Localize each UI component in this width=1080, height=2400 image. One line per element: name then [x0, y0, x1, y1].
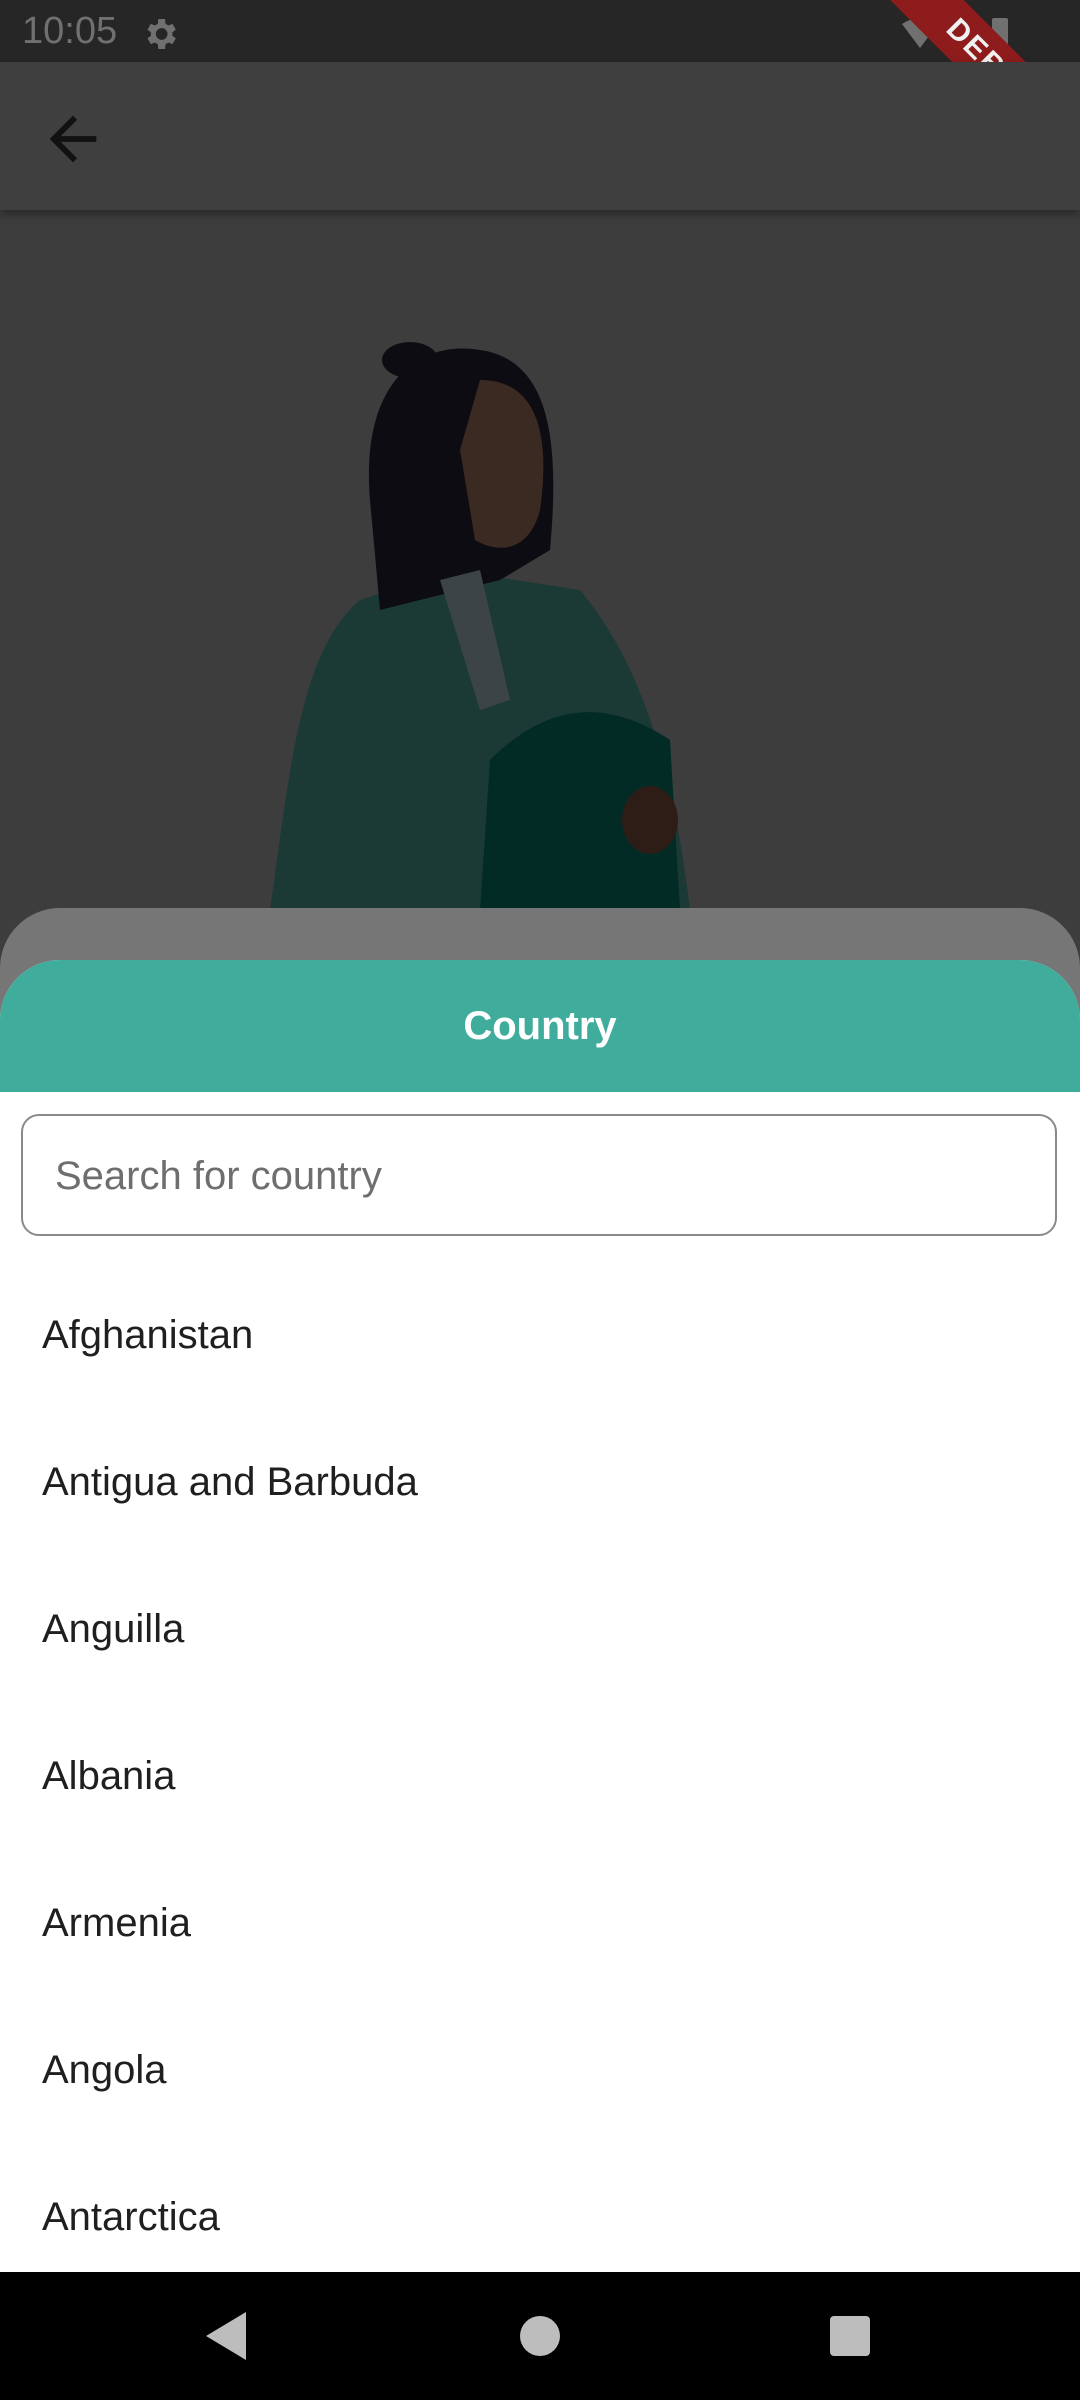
arrow-back-icon[interactable] [38, 104, 108, 174]
country-item[interactable]: Albania [0, 1703, 1080, 1850]
sad-person-illustration [270, 342, 690, 910]
country-item[interactable]: Antigua and Barbuda [0, 1409, 1080, 1556]
app-bar [0, 62, 1080, 210]
gear-icon [147, 19, 176, 49]
country-item[interactable]: Antarctica [0, 2144, 1080, 2272]
country-item[interactable]: Afghanistan [0, 1262, 1080, 1409]
sheet-header: Country [0, 960, 1080, 1092]
country-item[interactable]: Angola [0, 1997, 1080, 2144]
country-item[interactable]: Armenia [0, 1850, 1080, 1997]
system-nav-bar [0, 2272, 1080, 2400]
status-time: 10:05 [22, 10, 118, 52]
country-item[interactable]: Anguilla [0, 1556, 1080, 1703]
search-box[interactable] [21, 1114, 1057, 1236]
country-picker-sheet: Country Afghanistan Antigua and Barbuda … [0, 960, 1080, 2272]
nav-recents-icon[interactable] [830, 2316, 870, 2356]
country-list: Afghanistan Antigua and Barbuda Anguilla… [0, 1262, 1080, 2272]
nav-back-icon[interactable] [200, 2310, 250, 2362]
nav-home-icon[interactable] [520, 2316, 560, 2356]
search-input[interactable] [53, 1116, 1017, 1236]
sheet-title: Country [463, 1003, 617, 1048]
